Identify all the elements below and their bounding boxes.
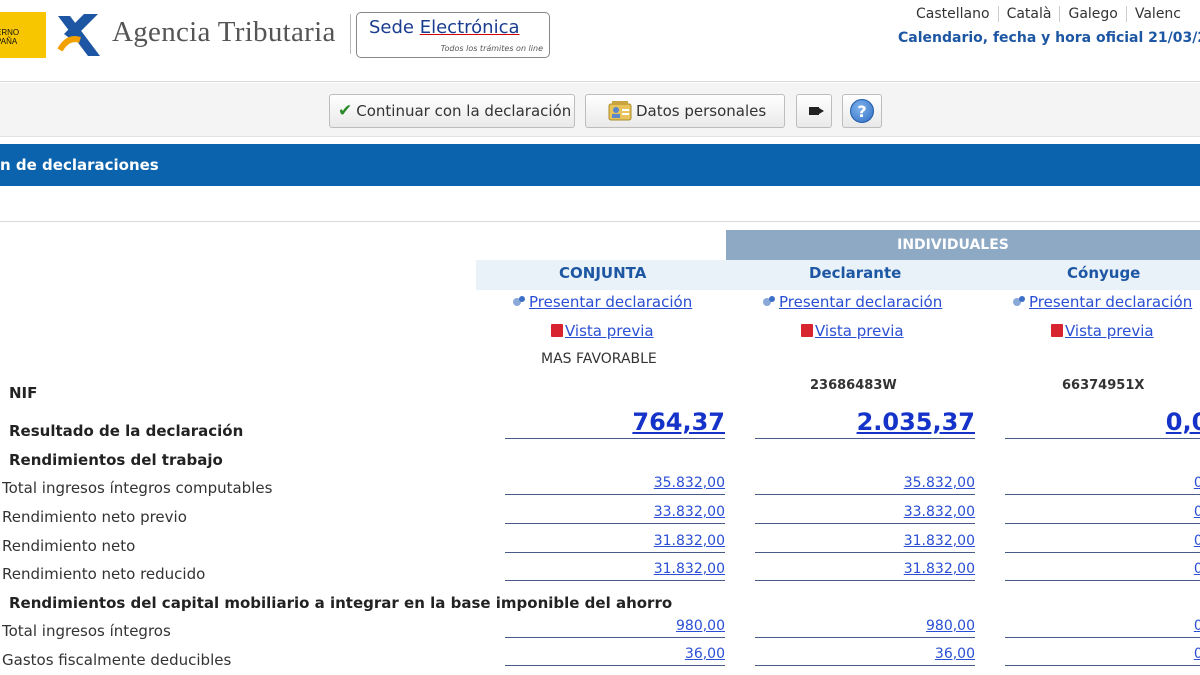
gastos-deducibles-conjunta[interactable]: 36,00 [505,646,725,666]
sede-subtitle: Todos los trámites on line [440,44,543,53]
pdf-icon [801,324,813,337]
rendimiento-neto-reducido-label: Rendimiento neto reducido [2,565,206,583]
nif-conyuge: 66374951X [1062,378,1145,393]
site-header: ERNO PAÑA Agencia Tributaria Sede Electr… [0,0,1200,82]
rendimiento-neto-reducido-declarante[interactable]: 31.832,00 [755,561,975,581]
nif-label: NIF [9,384,38,402]
rendimiento-neto-reducido-conjunta[interactable]: 31.832,00 [505,561,725,581]
submit-globe-icon [513,296,527,308]
rendimiento-neto-previo-declarante[interactable]: 33.832,00 [755,504,975,524]
total-ingresos-integros-declarante[interactable]: 980,00 [755,618,975,638]
total-ingresos-integros-conyuge[interactable]: 0,00 [1005,618,1200,638]
resultado-conyuge-value[interactable]: 0,00 [1005,408,1200,439]
personal-data-icon [608,101,632,121]
vista-previa-declarante-link[interactable]: Vista previa [801,322,904,340]
total-ingresos-computables-declarante[interactable]: 35.832,00 [755,475,975,495]
rendimiento-neto-conyuge[interactable]: 0,00 [1005,533,1200,553]
vista-previa-conyuge-label: Vista previa [1065,322,1154,340]
header-divider [350,14,351,54]
lang-catala[interactable]: Català [997,6,1060,22]
sede-title-electronica: Electrónica [419,17,520,38]
presentar-declarante-label: Presentar declaración [779,293,943,311]
presentar-declarante-link[interactable]: Presentar declaración [763,293,942,311]
resultado-conjunta-value[interactable]: 764,37 [505,408,725,439]
sede-electronica-logo[interactable]: Sede Electrónica Todos los trámites on l… [356,12,550,58]
personal-data-button[interactable]: Datos personales [585,94,785,128]
toolbar: ✔ Continuar con la declaración Datos per… [0,83,1200,137]
rendimientos-trabajo-heading: Rendimientos del trabajo [9,451,223,469]
column-title-conjunta: CONJUNTA [559,264,647,282]
rendimiento-neto-previo-label: Rendimiento neto previo [2,508,187,526]
lang-galego[interactable]: Galego [1059,6,1125,22]
help-icon: ? [850,99,874,123]
vista-previa-conjunta-link[interactable]: Vista previa [551,322,654,340]
total-ingresos-integros-conjunta[interactable]: 980,00 [505,618,725,638]
total-ingresos-computables-conyuge[interactable]: 0,00 [1005,475,1200,495]
mas-favorable-note: MAS FAVORABLE [541,351,657,367]
pdf-icon [1051,324,1063,337]
section-title: n de declaraciones [0,156,159,174]
total-ingresos-computables-label: Total ingresos íntegros computables [2,479,273,497]
agencia-tributaria-logo-icon[interactable] [54,10,106,60]
vista-previa-conyuge-link[interactable]: Vista previa [1051,322,1154,340]
submit-globe-icon [1013,296,1027,308]
gastos-deducibles-declarante[interactable]: 36,00 [755,646,975,666]
personal-data-label: Datos personales [636,102,767,120]
rendimiento-neto-label: Rendimiento neto [2,537,136,555]
lang-castellano[interactable]: Castellano [908,6,998,22]
pdf-icon [551,324,563,337]
total-ingresos-integros-label: Total ingresos íntegros [2,622,171,640]
video-camera-icon [809,107,824,115]
help-button[interactable]: ? [842,94,882,128]
sede-title: Sede Electrónica [369,17,520,38]
lang-valenciano[interactable]: Valenc [1125,6,1189,22]
gastos-deducibles-conyuge[interactable]: 0,00 [1005,646,1200,666]
resultado-declarante-value[interactable]: 2.035,37 [755,408,975,439]
presentar-conjunta-link[interactable]: Presentar declaración [513,293,692,311]
gastos-deducibles-label: Gastos fiscalmente deducibles [2,651,232,669]
rendimiento-neto-previo-conjunta[interactable]: 33.832,00 [505,504,725,524]
submit-globe-icon [763,296,777,308]
vista-previa-conjunta-label: Vista previa [565,322,654,340]
continue-declaration-button[interactable]: ✔ Continuar con la declaración [329,94,575,128]
presentar-conyuge-link[interactable]: Presentar declaración [1013,293,1192,311]
agency-name[interactable]: Agencia Tributaria [112,16,336,49]
rendimiento-neto-declarante[interactable]: 31.832,00 [755,533,975,553]
content-divider [0,221,1200,222]
video-button[interactable] [796,94,832,128]
government-logo-text: ERNO PAÑA [0,28,20,46]
sede-title-prefix: Sede [369,17,420,38]
section-title-bar: n de declaraciones [0,144,1200,186]
check-icon: ✔ [338,101,353,121]
rendimiento-neto-reducido-conyuge[interactable]: 0,00 [1005,561,1200,581]
column-title-declarante: Declarante [809,264,902,282]
rendimiento-neto-previo-conyuge[interactable]: 0,00 [1005,504,1200,524]
column-title-conyuge: Cónyuge [1067,264,1141,282]
language-selector: Castellano Català Galego Valenc [908,6,1189,22]
vista-previa-declarante-label: Vista previa [815,322,904,340]
total-ingresos-computables-conjunta[interactable]: 35.832,00 [505,475,725,495]
government-logo[interactable]: ERNO PAÑA [0,12,46,58]
continue-declaration-label: Continuar con la declaración [356,102,572,120]
nif-declarante: 23686483W [810,378,897,393]
resultado-label: Resultado de la declaración [9,422,244,440]
rendimiento-neto-conjunta[interactable]: 31.832,00 [505,533,725,553]
presentar-conjunta-label: Presentar declaración [529,293,693,311]
calendar-link[interactable]: Calendario, fecha y hora oficial 21/03/2… [898,30,1200,46]
presentar-conyuge-label: Presentar declaración [1029,293,1193,311]
individuales-header: INDIVIDUALES [726,230,1200,260]
capital-mobiliario-heading: Rendimientos del capital mobiliario a in… [9,594,673,612]
